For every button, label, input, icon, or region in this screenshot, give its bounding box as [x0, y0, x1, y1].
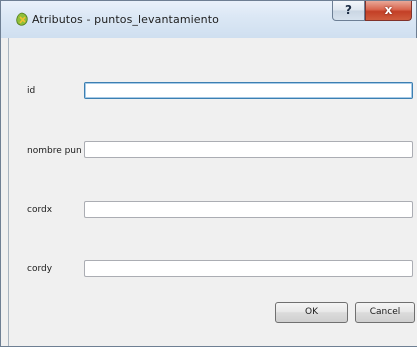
close-button[interactable]: x [365, 1, 412, 21]
title-bar[interactable]: Atributos - puntos_levantamiento ? x [1, 1, 416, 38]
cordx-field[interactable] [84, 201, 413, 218]
field-label-nombre-pun: nombre pun [27, 146, 82, 156]
ok-button[interactable]: OK [275, 302, 348, 323]
id-field[interactable] [84, 82, 413, 99]
attribute-dialog-window: Atributos - puntos_levantamiento ? x id … [0, 0, 417, 347]
field-label-id: id [27, 86, 36, 96]
close-icon: x [384, 3, 393, 17]
window-title: Atributos - puntos_levantamiento [32, 13, 219, 26]
field-label-cordy: cordy [27, 264, 53, 274]
nombre-pun-field[interactable] [84, 141, 413, 158]
qgis-icon [16, 12, 28, 26]
help-icon: ? [345, 3, 352, 17]
help-button[interactable]: ? [332, 1, 365, 21]
field-label-cordx: cordx [27, 205, 53, 215]
cordy-field[interactable] [84, 260, 413, 277]
cancel-button[interactable]: Cancel [355, 302, 415, 323]
dialog-content: id nombre pun cordx cordy OK Cancel [8, 38, 417, 346]
